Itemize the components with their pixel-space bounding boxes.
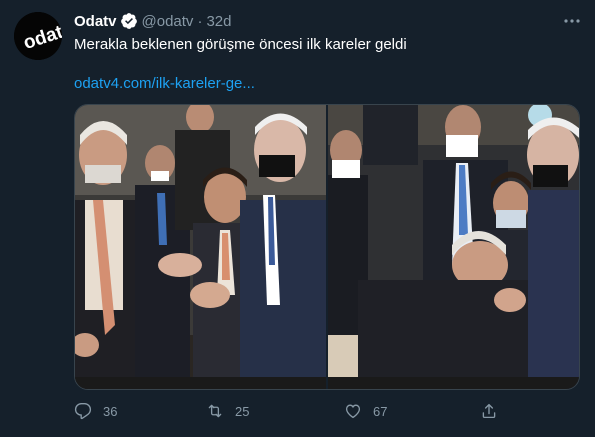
tweet-link[interactable]: odatv4.com/ilk-kareler-ge... xyxy=(74,75,255,92)
photo-left-image xyxy=(75,105,326,389)
tweet-header: Odatv @odatv · 32d xyxy=(74,11,231,31)
retweet-button[interactable]: 25 xyxy=(206,402,249,420)
reply-button[interactable]: 36 xyxy=(74,402,117,420)
tweet-text: Merakla beklenen görüşme öncesi ilk kare… xyxy=(74,36,407,53)
like-count: 67 xyxy=(373,403,388,419)
tweet-actions: 36 25 67 xyxy=(74,402,504,422)
share-icon xyxy=(482,403,496,419)
author-handle[interactable]: @odatv xyxy=(142,13,194,30)
author-name[interactable]: Odatv xyxy=(74,13,117,30)
tweet[interactable]: odatv Odatv @odatv · 32d Merakla beklene… xyxy=(0,0,595,437)
tweet-media[interactable] xyxy=(74,104,580,390)
tweet-timestamp[interactable]: 32d xyxy=(206,13,231,30)
share-button[interactable] xyxy=(480,402,498,420)
separator-dot: · xyxy=(197,12,203,30)
like-button[interactable]: 67 xyxy=(344,402,387,420)
verified-badge-icon xyxy=(120,12,138,30)
odatv-logo-icon: odatv xyxy=(14,12,62,60)
photo-right-image xyxy=(328,105,579,389)
retweet-icon xyxy=(208,404,222,418)
photo-left[interactable] xyxy=(75,105,326,389)
more-horizontal-icon[interactable] xyxy=(562,12,582,30)
reply-icon xyxy=(74,402,92,420)
retweet-count: 25 xyxy=(235,403,250,419)
photo-right[interactable] xyxy=(328,105,579,389)
reply-count: 36 xyxy=(103,403,118,419)
heart-icon xyxy=(345,404,361,419)
author-avatar[interactable]: odatv xyxy=(14,12,62,60)
